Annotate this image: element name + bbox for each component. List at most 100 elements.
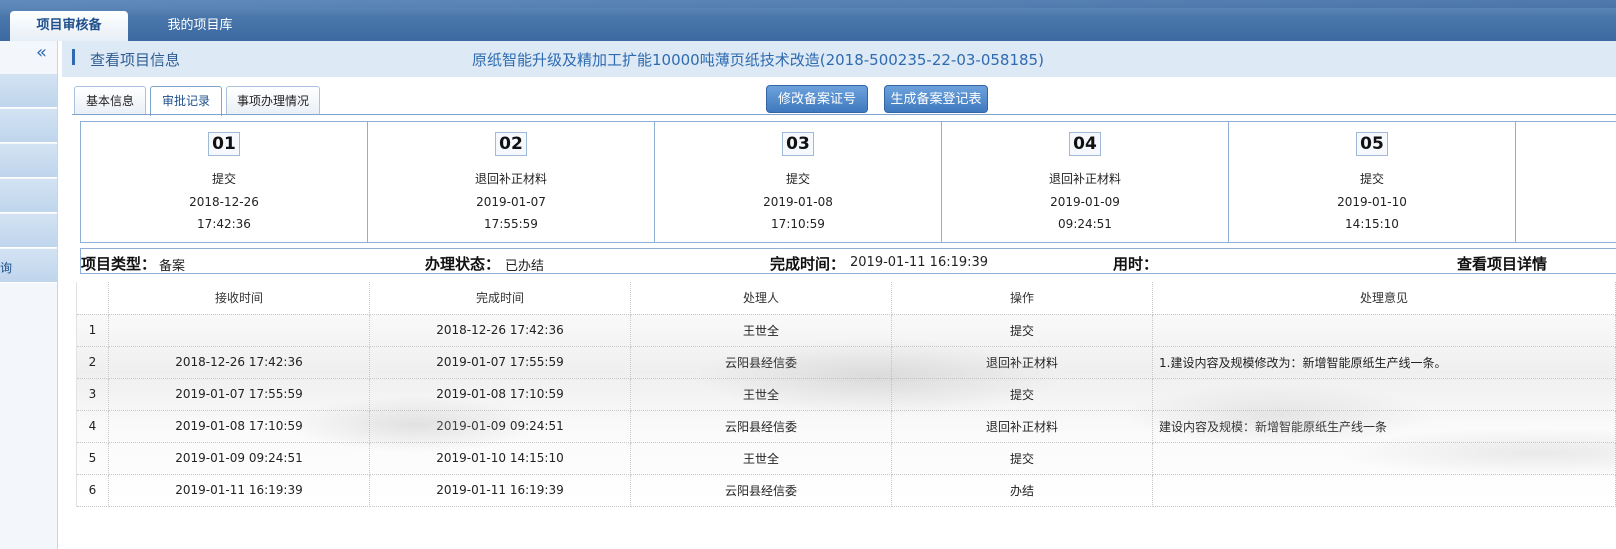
handler: 云阳县经信委 xyxy=(630,410,892,443)
step-time: 17:10:59 xyxy=(771,217,825,231)
operation: 提交 xyxy=(891,442,1153,475)
sidebar-item-4[interactable] xyxy=(0,179,57,213)
opinion: 1.建设内容及规模修改为：新增智能原纸生产线一条。 xyxy=(1152,346,1616,379)
row-index: 3 xyxy=(76,378,109,411)
project-summary: 项目类型： 备案 办理状态： 已办结 完成时间： 2019-01-11 16:1… xyxy=(80,248,1616,274)
project-type-value: 备案 xyxy=(159,259,186,274)
step-date: 2019-01-08 xyxy=(763,195,833,209)
finish-time-value: 2019-01-11 16:19:39 xyxy=(850,255,989,270)
top-tab-my-projects[interactable]: 我的项目库 xyxy=(140,11,260,41)
table-row: 3 2019-01-07 17:55:59 2019-01-08 17:10:5… xyxy=(76,378,1616,411)
finish-time: 2019-01-07 17:55:59 xyxy=(369,346,631,379)
receive-time: 2019-01-08 17:10:59 xyxy=(108,410,370,443)
receive-time: 2019-01-11 16:19:39 xyxy=(108,474,370,507)
table-row: 5 2019-01-09 09:24:51 2019-01-10 14:15:1… xyxy=(76,442,1616,475)
operation: 退回补正材料 xyxy=(891,410,1153,443)
step-item: 01 提交 2018-12-26 17:42:36 xyxy=(81,122,368,242)
step-time: 17:42:36 xyxy=(197,217,251,231)
opinion xyxy=(1152,378,1616,411)
tab-matter-status[interactable]: 事项办理情况 xyxy=(226,86,320,115)
step-action: 提交 xyxy=(211,172,236,186)
sidebar-item-5[interactable] xyxy=(0,214,57,248)
records-table: 接收时间 完成时间 处理人 操作 处理意见 1 2018-12-26 17:42… xyxy=(76,282,1616,507)
handler: 云阳县经信委 xyxy=(630,346,892,379)
step-number: 03 xyxy=(782,132,814,156)
step-action: 退回补正材料 xyxy=(474,172,547,186)
opinion xyxy=(1152,442,1616,475)
step-time: 14:15:10 xyxy=(1345,217,1399,231)
step-date: 2019-01-09 xyxy=(1050,195,1120,209)
page-header: 查看项目信息 原纸智能升级及精加工扩能10000吨薄页纸技术改造(2018-50… xyxy=(62,41,1616,77)
row-index: 2 xyxy=(76,346,109,379)
col-operation: 操作 xyxy=(891,282,1153,315)
step-date: 2019-01-10 xyxy=(1337,195,1407,209)
left-sidebar: « 询 xyxy=(0,41,58,549)
step-item: 03 提交 2019-01-08 17:10:59 xyxy=(655,122,942,242)
table-header-row: 接收时间 完成时间 处理人 操作 处理意见 xyxy=(76,282,1616,315)
step-action: 退回补正材料 xyxy=(1048,172,1121,186)
status-value: 已办结 xyxy=(505,259,545,274)
step-date: 2018-12-26 xyxy=(189,195,259,209)
table-row: 4 2019-01-08 17:10:59 2019-01-09 09:24:5… xyxy=(76,410,1616,443)
operation: 提交 xyxy=(891,378,1153,411)
sidebar-item-query[interactable]: 询 xyxy=(0,249,57,283)
finish-time: 2019-01-09 09:24:51 xyxy=(369,410,631,443)
col-opinion: 处理意见 xyxy=(1152,282,1616,315)
top-tab-project-review[interactable]: 项目审核备 xyxy=(10,11,128,41)
step-action: 提交 xyxy=(785,172,810,186)
step-time: 17:55:59 xyxy=(484,217,538,231)
tab-approval-records[interactable]: 审批记录 xyxy=(150,86,222,116)
finish-time: 2019-01-08 17:10:59 xyxy=(369,378,631,411)
top-stripe xyxy=(0,0,1616,8)
sidebar-item-3[interactable] xyxy=(0,144,57,178)
finish-time: 2019-01-11 16:19:39 xyxy=(369,474,631,507)
step-date: 2019-01-07 xyxy=(476,195,546,209)
step-item: 04 退回补正材料 2019-01-09 09:24:51 xyxy=(942,122,1229,242)
handler: 王世全 xyxy=(630,378,892,411)
view-project-detail-link[interactable]: 查看项目详情 xyxy=(1457,253,1547,274)
collapse-sidebar-icon[interactable]: « xyxy=(36,44,47,62)
step-item: 02 退回补正材料 2019-01-07 17:55:59 xyxy=(368,122,655,242)
project-type-label: 项目类型： xyxy=(81,255,157,273)
table-row: 6 2019-01-11 16:19:39 2019-01-11 16:19:3… xyxy=(76,474,1616,507)
header-marker xyxy=(72,49,75,65)
page-title: 查看项目信息 xyxy=(90,51,181,69)
step-number: 01 xyxy=(208,132,240,156)
step-number: 05 xyxy=(1356,132,1388,156)
project-name: 原纸智能升级及精加工扩能10000吨薄页纸技术改造(2018-500235-22… xyxy=(472,51,1044,69)
step-time: 09:24:51 xyxy=(1058,217,1112,231)
tabs-divider xyxy=(72,114,1616,115)
modify-record-number-button[interactable]: 修改备案证号 xyxy=(766,85,868,113)
handler: 云阳县经信委 xyxy=(630,474,892,507)
receive-time: 2019-01-07 17:55:59 xyxy=(108,378,370,411)
tab-basic-info[interactable]: 基本信息 xyxy=(74,86,146,115)
step-number: 02 xyxy=(495,132,527,156)
col-receive-time: 接收时间 xyxy=(108,282,370,315)
receive-time: 2019-01-09 09:24:51 xyxy=(108,442,370,475)
time-used-label: 用时： xyxy=(1113,255,1159,273)
step-item: 05 提交 2019-01-10 14:15:10 xyxy=(1229,122,1516,242)
col-finish-time: 完成时间 xyxy=(369,282,631,315)
finish-time: 2019-01-10 14:15:10 xyxy=(369,442,631,475)
row-index: 6 xyxy=(76,474,109,507)
receive-time xyxy=(108,314,370,347)
row-index: 5 xyxy=(76,442,109,475)
table-row: 2 2018-12-26 17:42:36 2019-01-07 17:55:5… xyxy=(76,346,1616,379)
sidebar-item-1[interactable] xyxy=(0,74,57,108)
finish-time-label: 完成时间： xyxy=(770,255,846,273)
step-action: 提交 xyxy=(1359,172,1384,186)
sidebar-item-2[interactable] xyxy=(0,109,57,143)
opinion xyxy=(1152,314,1616,347)
status-label: 办理状态： xyxy=(425,255,501,273)
operation: 办结 xyxy=(891,474,1153,507)
handler: 王世全 xyxy=(630,442,892,475)
opinion xyxy=(1152,474,1616,507)
table-row: 1 2018-12-26 17:42:36 王世全 提交 xyxy=(76,314,1616,347)
row-index: 1 xyxy=(76,314,109,347)
top-nav-bar: 项目审核备 我的项目库 xyxy=(0,0,1616,41)
opinion: 建设内容及规模：新增智能原纸生产线一条 xyxy=(1152,410,1616,443)
receive-time: 2018-12-26 17:42:36 xyxy=(108,346,370,379)
handler: 王世全 xyxy=(630,314,892,347)
operation: 提交 xyxy=(891,314,1153,347)
generate-registration-form-button[interactable]: 生成备案登记表 xyxy=(884,85,988,113)
